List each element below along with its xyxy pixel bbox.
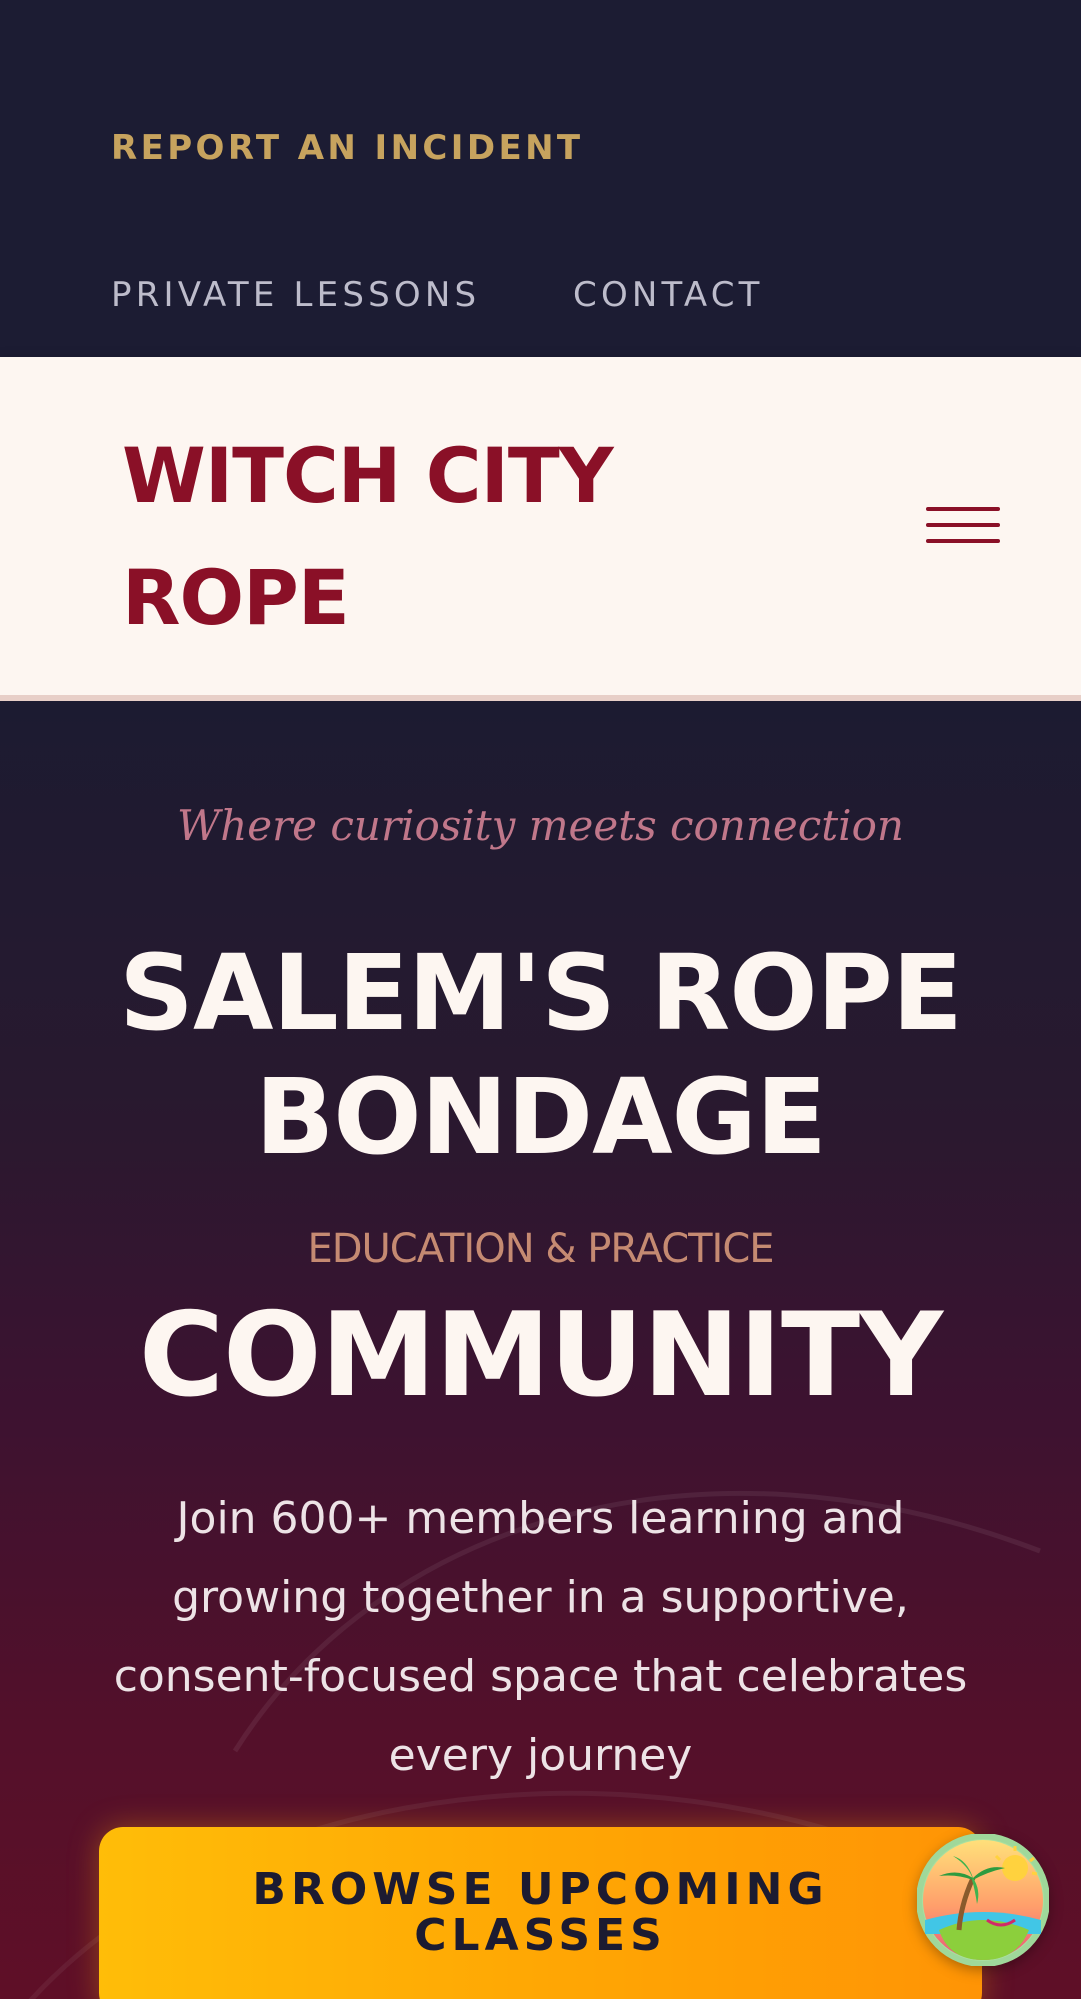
top-utility-nav: REPORT AN INCIDENT PRIVATE LESSONS CONTA… <box>0 0 1081 357</box>
hero-description: Join 600+ members learning and growing t… <box>113 1493 968 1781</box>
hero-community-heading: COMMUNITY <box>138 1288 943 1423</box>
cta-label: BROWSE UPCOMING CLASSES <box>99 1867 982 1959</box>
hero-tagline: Where curiosity meets connection <box>177 801 904 850</box>
menu-bar-top <box>926 507 1000 511</box>
hero-headline: SALEM'S ROPE BONDAGE <box>0 931 1081 1179</box>
menu-bar-middle <box>926 523 1000 527</box>
hamburger-menu-icon[interactable] <box>922 495 1004 555</box>
hero-eyebrow: EDUCATION & PRACTICE <box>307 1226 774 1272</box>
logo-line-1: WITCH CITY <box>122 431 614 520</box>
cta-label-line-1: BROWSE UPCOMING <box>252 1864 829 1915</box>
cta-label-line-2: CLASSES <box>414 1910 667 1961</box>
tropical-island-icon[interactable] <box>917 1834 1049 1966</box>
site-header: WITCH CITY ROPE <box>0 357 1081 701</box>
logo-line-2: ROPE <box>122 553 350 642</box>
nav-link-contact[interactable]: CONTACT <box>573 275 764 315</box>
nav-link-private-lessons[interactable]: PRIVATE LESSONS <box>111 275 480 315</box>
hero-section: Where curiosity meets connection SALEM'S… <box>0 701 1081 1999</box>
report-incident-link[interactable]: REPORT AN INCIDENT <box>111 128 584 168</box>
island-badge-graphic <box>917 1834 1049 1966</box>
site-logo[interactable]: WITCH CITY ROPE <box>122 415 682 659</box>
browse-classes-button[interactable]: BROWSE UPCOMING CLASSES <box>99 1827 982 1999</box>
headline-line-1: SALEM'S ROPE <box>119 932 963 1054</box>
headline-line-2: BONDAGE <box>255 1056 827 1178</box>
menu-bar-bottom <box>926 539 1000 543</box>
